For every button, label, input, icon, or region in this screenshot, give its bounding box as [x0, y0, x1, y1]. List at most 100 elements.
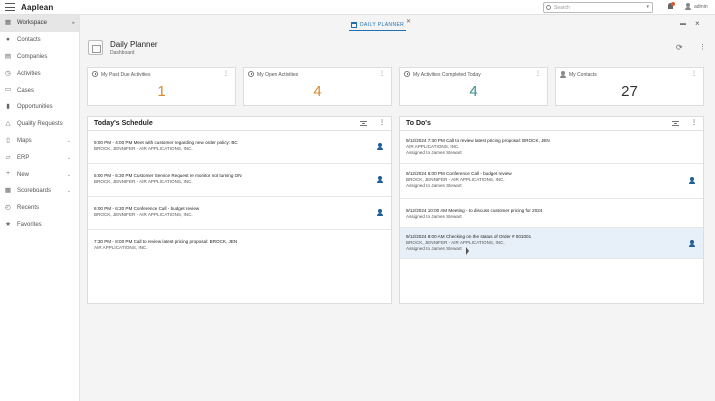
more-vertical-icon[interactable]: ⋮	[379, 70, 385, 77]
card-my-contacts[interactable]: My Contacts ⋮ 27	[555, 67, 704, 106]
schedule-row[interactable]: 5:00 PM - 5:30 PM Customer Service Reque…	[88, 164, 391, 197]
person-icon: ●	[6, 35, 10, 43]
sidebar-item-activities[interactable]: ◷ Activities	[0, 65, 79, 82]
page-subtitle: Dashboard	[110, 50, 135, 56]
todo-row-selected[interactable]: 9/12/2024 8:00 AM Checking on the status…	[400, 228, 703, 259]
todays-schedule-panel: Today's Schedule ⋮ 9:00 PM - 4:00 PM Mee…	[87, 116, 392, 304]
card-value: 4	[469, 83, 478, 100]
assign-person-icon[interactable]	[377, 176, 383, 183]
filter-icon[interactable]	[672, 121, 679, 126]
tab-daily-planner[interactable]: DAILY PLANNER	[349, 19, 407, 31]
row-assignee: Assigned to James Stewart	[406, 214, 462, 219]
more-vertical-icon[interactable]: ⋮	[691, 119, 697, 126]
todo-row[interactable]: 9/12/2024 6:00 PM Conference Call - budg…	[400, 164, 703, 199]
folder-icon: ▱	[5, 153, 11, 161]
minimize-icon[interactable]: ▬	[680, 21, 686, 27]
chart-icon: ▮	[6, 103, 10, 111]
dashboard-icon	[88, 40, 103, 55]
user-name: admin	[694, 3, 708, 10]
scoreboard-icon: ▩	[4, 187, 12, 195]
tab-label: DAILY PLANNER	[360, 21, 405, 28]
close-tab-icon[interactable]: ✕	[406, 18, 411, 25]
sidebar-item-companies[interactable]: ▤ Companies	[0, 49, 79, 66]
assign-person-icon[interactable]	[377, 209, 383, 216]
more-vertical-icon[interactable]: ⋮	[379, 119, 385, 126]
sidebar-item-maps[interactable]: ▯ Maps ⌄	[0, 133, 79, 150]
building-icon: ▤	[4, 52, 12, 60]
sidebar-item-contacts[interactable]: ● Contacts	[0, 32, 79, 49]
plus-icon: +	[6, 170, 10, 178]
sidebar-item-cases[interactable]: ▭ Cases	[0, 82, 79, 99]
more-vertical-icon[interactable]: ⋮	[223, 70, 229, 77]
sidebar-item-label: Workspace	[17, 20, 47, 27]
sidebar-item-label: Companies	[17, 53, 48, 60]
chevron-down-icon[interactable]: ▾	[646, 4, 649, 10]
more-vertical-icon[interactable]: ⋮	[691, 70, 697, 77]
todo-row[interactable]: 9/12/2024 10:00 AM Meeting - to discuss …	[400, 199, 703, 228]
row-assignee: Assigned to James Stewart	[406, 150, 462, 155]
card-activities-completed-today[interactable]: My Activities Completed Today ⋮ 4	[399, 67, 548, 106]
todo-row[interactable]: 9/12/2024 7:30 PM Call to review latest …	[400, 131, 703, 164]
sidebar-item-quality-requests[interactable]: △ Quality Requests	[0, 116, 79, 133]
row-contact: BROCK, JENNIFER - AIR APPLICATIONS, INC.	[94, 146, 193, 151]
more-vertical-icon[interactable]: ⋮	[699, 43, 706, 51]
sidebar: ▦ Workspace ▸ ● Contacts ▤ Companies ◷ Activi…	[0, 15, 80, 401]
sidebar-item-label: New	[17, 171, 30, 178]
card-open-activities[interactable]: My Open Activities ⋮ 4	[243, 67, 392, 106]
chevron-down-icon[interactable]: ⌄	[67, 155, 71, 161]
clock-icon	[92, 71, 98, 77]
top-bar: Aaplean Search ▾ admin	[0, 0, 715, 15]
sidebar-item-scoreboards[interactable]: ▩ Scoreboards ⌄	[0, 183, 79, 200]
row-assignee: Assigned to James Stewart	[406, 246, 462, 251]
sidebar-item-erp[interactable]: ▱ ERP ⌄	[0, 149, 79, 166]
sidebar-item-recents[interactable]: ◴ Recents	[0, 200, 79, 217]
mouse-cursor	[466, 247, 472, 255]
notification-dot	[671, 2, 675, 6]
sidebar-item-label: Favorites	[17, 221, 42, 228]
chat-icon: ▭	[4, 86, 12, 94]
row-contact: BROCK, JENNIFER - AIR APPLICATIONS, INC.	[94, 179, 193, 184]
dots-icon[interactable]: ▸	[72, 20, 75, 26]
person-icon	[560, 71, 566, 78]
sidebar-item-label: Opportunities	[17, 104, 53, 111]
row-contact: AIR APPLICATIONS, INC.	[94, 245, 148, 250]
refresh-icon[interactable]: ⟳	[676, 43, 683, 52]
card-label: My Open Activities	[257, 72, 299, 78]
sidebar-item-favorites[interactable]: ★ Favorites	[0, 217, 79, 234]
user-icon	[685, 3, 691, 10]
schedule-row[interactable]: 7:30 PM - 8:00 PM Call to review latest …	[88, 230, 391, 263]
more-vertical-icon[interactable]: ⋮	[535, 70, 541, 77]
clock-icon	[248, 71, 254, 77]
filter-icon[interactable]	[360, 121, 367, 126]
global-search-input[interactable]: Search ▾	[543, 2, 653, 13]
sidebar-item-workspace[interactable]: ▦ Workspace ▸	[0, 15, 79, 32]
app-logo[interactable]: Aaplean	[21, 3, 54, 12]
assign-person-icon[interactable]	[689, 177, 695, 184]
schedule-row[interactable]: 6:00 PM - 6:30 PM Conference Call - budg…	[88, 197, 391, 230]
workspace-icon: ▦	[4, 19, 12, 27]
clock-icon: ◷	[5, 69, 11, 77]
sidebar-item-label: Scoreboards	[17, 188, 52, 195]
close-icon[interactable]: ×	[695, 19, 700, 28]
assign-person-icon[interactable]	[689, 240, 695, 247]
clock-icon	[404, 71, 410, 77]
chevron-down-icon[interactable]: ⌄	[67, 138, 71, 144]
card-value: 27	[621, 83, 638, 100]
chevron-down-icon[interactable]: ⌄	[67, 172, 71, 178]
sidebar-item-label: ERP	[17, 154, 30, 161]
sidebar-item-opportunities[interactable]: ▮ Opportunities	[0, 99, 79, 116]
sidebar-item-label: Cases	[17, 87, 35, 94]
sidebar-item-label: Contacts	[17, 37, 41, 44]
history-icon: ◴	[5, 203, 11, 211]
chevron-down-icon[interactable]: ⌄	[67, 188, 71, 194]
user-menu[interactable]: admin	[685, 3, 708, 10]
card-past-due-activities[interactable]: My Past Due Activities ⋮ 1	[87, 67, 236, 106]
hamburger-menu-icon[interactable]	[5, 3, 15, 11]
card-label: My Contacts	[569, 72, 597, 78]
sidebar-item-label: Recents	[17, 205, 40, 212]
notification-bell-icon[interactable]	[667, 2, 675, 11]
todos-panel: To Do's ⋮ 9/12/2024 7:30 PM Call to revi…	[399, 116, 704, 304]
schedule-row[interactable]: 9:00 PM - 4:00 PM Meet with customer reg…	[88, 131, 391, 164]
sidebar-item-new[interactable]: + New ⌄	[0, 166, 79, 183]
assign-person-icon[interactable]	[377, 143, 383, 150]
